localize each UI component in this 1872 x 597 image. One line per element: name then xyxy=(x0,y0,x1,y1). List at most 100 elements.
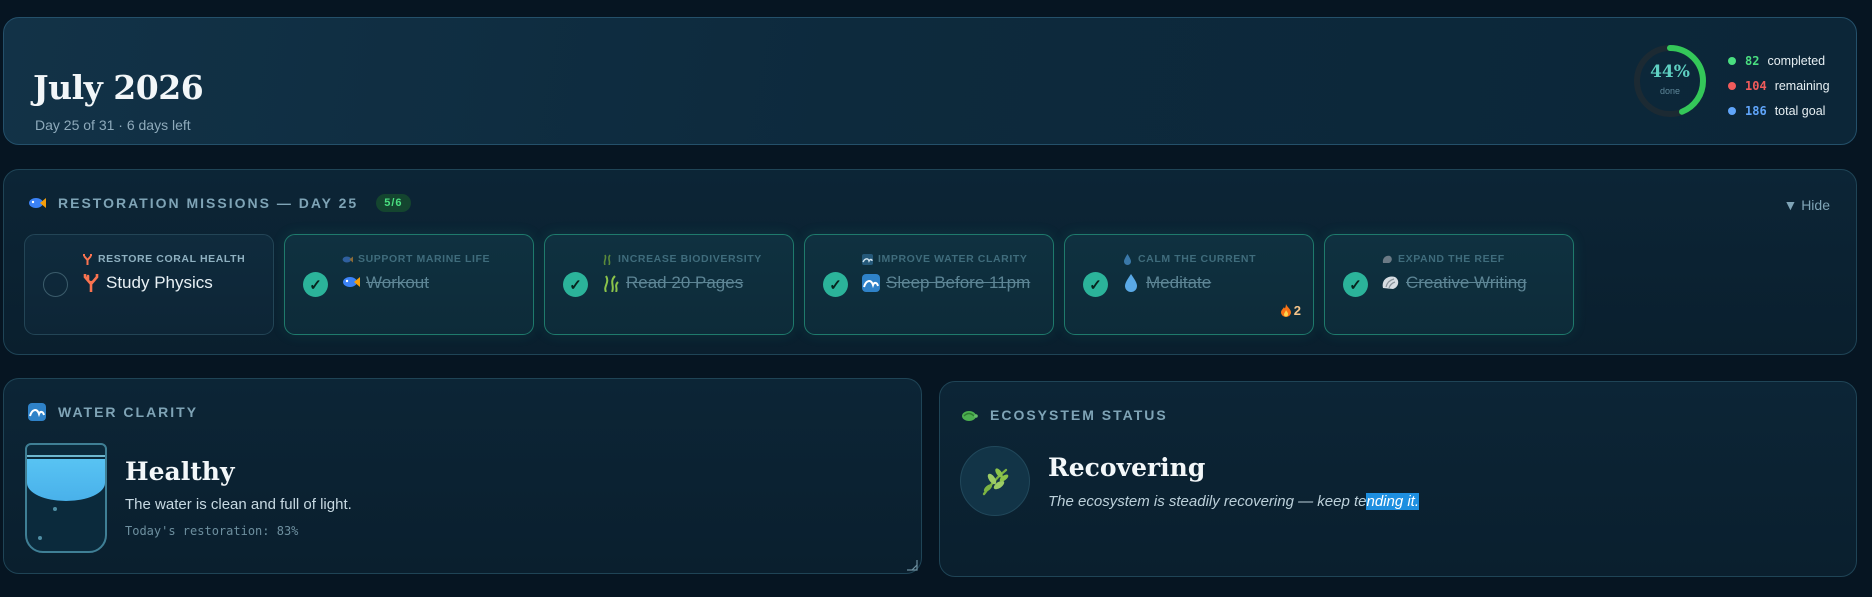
wave-icon xyxy=(28,403,46,421)
mission-checkbox[interactable] xyxy=(43,272,68,297)
month-subtitle: Day 25 of 31 · 6 days left xyxy=(35,117,191,133)
coral-icon xyxy=(82,253,93,265)
seaweed-icon xyxy=(602,274,620,292)
stat-value: 82 xyxy=(1745,53,1760,68)
ecosystem-panel: ECOSYSTEM STATUS Recovering The ecosyste… xyxy=(939,381,1857,577)
wave-icon xyxy=(862,274,880,292)
fish-icon xyxy=(28,194,46,212)
stat-value: 186 xyxy=(1745,103,1767,118)
mission-card[interactable]: CALM THE CURRENT ✓ Meditate 2 xyxy=(1064,234,1314,335)
mission-checkbox[interactable]: ✓ xyxy=(303,272,328,297)
stat-label: total goal xyxy=(1774,103,1826,118)
water-state: Healthy xyxy=(125,457,235,486)
resize-handle-icon[interactable] xyxy=(906,558,918,571)
mission-checkbox[interactable]: ✓ xyxy=(823,272,848,297)
mission-card[interactable]: SUPPORT MARINE LIFE ✓ Workout xyxy=(284,234,534,335)
mission-category-label: IMPROVE WATER CLARITY xyxy=(878,253,1028,265)
mission-category: CALM THE CURRENT xyxy=(1122,253,1256,265)
shell-icon xyxy=(1382,274,1400,292)
missions-panel: RESTORATION MISSIONS — DAY 25 5/6 ▼ Hide… xyxy=(3,169,1857,355)
mission-task: Study Physics xyxy=(82,273,213,293)
water-clarity-header: WATER CLARITY xyxy=(28,403,198,421)
stats-legend: 82 completed 104 remaining 186 total goa… xyxy=(1728,48,1830,123)
stat-completed: 82 completed xyxy=(1728,48,1830,73)
droplet-icon xyxy=(1122,274,1140,292)
mission-task-label: Meditate xyxy=(1146,273,1212,292)
missions-title: RESTORATION MISSIONS — DAY 25 xyxy=(58,195,359,211)
water-restoration: Today's restoration: 83% xyxy=(125,524,299,538)
stat-total-goal: 186 total goal xyxy=(1728,98,1830,123)
mission-category-label: RESTORE CORAL HEALTH xyxy=(98,253,246,265)
streak-count: 2 xyxy=(1293,303,1301,318)
herb-icon xyxy=(978,464,1012,498)
blue-dot-icon xyxy=(1728,106,1736,115)
mission-category-label: INCREASE BIODIVERSITY xyxy=(618,253,762,265)
hide-missions-toggle[interactable]: ▼ Hide xyxy=(1783,197,1830,213)
ecosystem-state: Recovering xyxy=(1048,453,1206,482)
mission-card[interactable]: RESTORE CORAL HEALTH Study Physics xyxy=(24,234,274,335)
shell-icon xyxy=(1382,254,1393,265)
mission-cards: RESTORE CORAL HEALTH Study Physics SUPPO… xyxy=(24,234,1574,335)
mission-category-label: EXPAND THE REEF xyxy=(1398,253,1505,265)
ecosystem-description: The ecosystem is steadily recovering — k… xyxy=(1048,493,1420,510)
mission-task-label: Workout xyxy=(366,273,429,292)
mission-task: Workout xyxy=(342,273,429,293)
missions-header: RESTORATION MISSIONS — DAY 25 5/6 xyxy=(28,194,411,212)
mission-category: INCREASE BIODIVERSITY xyxy=(602,253,762,265)
mission-category: IMPROVE WATER CLARITY xyxy=(862,253,1028,265)
fire-icon xyxy=(1280,304,1291,317)
mission-task-label: Sleep Before 11pm xyxy=(886,273,1031,292)
mission-checkbox[interactable]: ✓ xyxy=(1083,272,1108,297)
water-description: The water is clean and full of light. xyxy=(125,496,352,513)
progress-caption: done xyxy=(1659,86,1681,96)
fish-icon xyxy=(342,274,360,292)
page-title: July 2026 xyxy=(33,68,204,107)
turtle-icon xyxy=(960,406,978,424)
ecosystem-header: ECOSYSTEM STATUS xyxy=(960,406,1168,424)
jar-rim xyxy=(27,455,105,457)
mission-task-label: Creative Writing xyxy=(1406,273,1527,292)
streak-badge: 2 xyxy=(1280,303,1301,318)
mission-task-label: Study Physics xyxy=(106,273,213,292)
ecosystem-description-text: The ecosystem is steadily recovering — k… xyxy=(1048,493,1367,510)
stat-remaining: 104 remaining xyxy=(1728,73,1830,98)
water-clarity-panel: WATER CLARITY Healthy The water is clean… xyxy=(3,378,922,574)
mission-task: Read 20 Pages xyxy=(602,273,743,293)
mission-task: Creative Writing xyxy=(1382,273,1527,293)
stat-value: 104 xyxy=(1745,78,1767,93)
water-clarity-title: WATER CLARITY xyxy=(58,404,199,420)
missions-count-badge: 5/6 xyxy=(376,194,411,212)
mission-category: SUPPORT MARINE LIFE xyxy=(342,253,490,265)
seaweed-icon xyxy=(602,254,613,265)
red-dot-icon xyxy=(1728,81,1736,90)
bubble xyxy=(38,536,42,540)
mission-card[interactable]: INCREASE BIODIVERSITY ✓ Read 20 Pages xyxy=(544,234,794,335)
fish-icon xyxy=(342,254,353,265)
bubble xyxy=(53,507,57,511)
progress-percent: 44% xyxy=(1650,62,1690,82)
ecosystem-badge xyxy=(960,446,1030,516)
month-header: July 2026 Day 25 of 31 · 6 days left 44%… xyxy=(3,17,1857,145)
ecosystem-title: ECOSYSTEM STATUS xyxy=(990,407,1168,423)
wave-icon xyxy=(862,253,873,265)
stat-label: completed xyxy=(1767,53,1826,68)
mission-task: Sleep Before 11pm xyxy=(862,273,1030,293)
mission-checkbox[interactable]: ✓ xyxy=(1343,272,1368,297)
mission-task: Meditate xyxy=(1122,273,1211,293)
mission-category: EXPAND THE REEF xyxy=(1382,253,1505,265)
mission-card[interactable]: EXPAND THE REEF ✓ Creative Writing xyxy=(1324,234,1574,335)
stat-label: remaining xyxy=(1774,78,1830,93)
coral-icon xyxy=(82,274,100,292)
water-level-fill xyxy=(27,459,105,501)
mission-task-label: Read 20 Pages xyxy=(626,273,744,292)
mission-checkbox[interactable]: ✓ xyxy=(563,272,588,297)
progress-ring: 44% done xyxy=(1632,43,1708,119)
mission-category-label: CALM THE CURRENT xyxy=(1138,253,1257,265)
water-jar xyxy=(25,443,107,553)
green-dot-icon xyxy=(1728,56,1736,65)
mission-category: RESTORE CORAL HEALTH xyxy=(82,253,245,265)
mission-card[interactable]: IMPROVE WATER CLARITY ✓ Sleep Before 11p… xyxy=(804,234,1054,335)
selected-text: nding it. xyxy=(1366,493,1420,510)
droplet-icon xyxy=(1122,253,1133,265)
mission-category-label: SUPPORT MARINE LIFE xyxy=(358,253,491,265)
